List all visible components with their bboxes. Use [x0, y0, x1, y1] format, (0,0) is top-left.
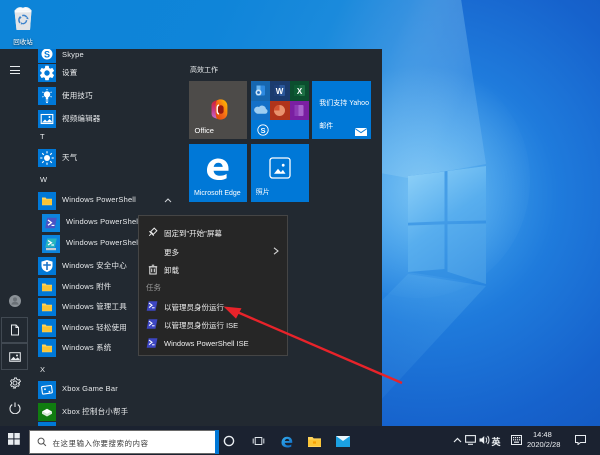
svg-text:S: S — [43, 50, 49, 60]
svg-text:W: W — [276, 87, 284, 96]
svg-text:X: X — [297, 87, 303, 96]
svg-text:S: S — [261, 126, 266, 135]
